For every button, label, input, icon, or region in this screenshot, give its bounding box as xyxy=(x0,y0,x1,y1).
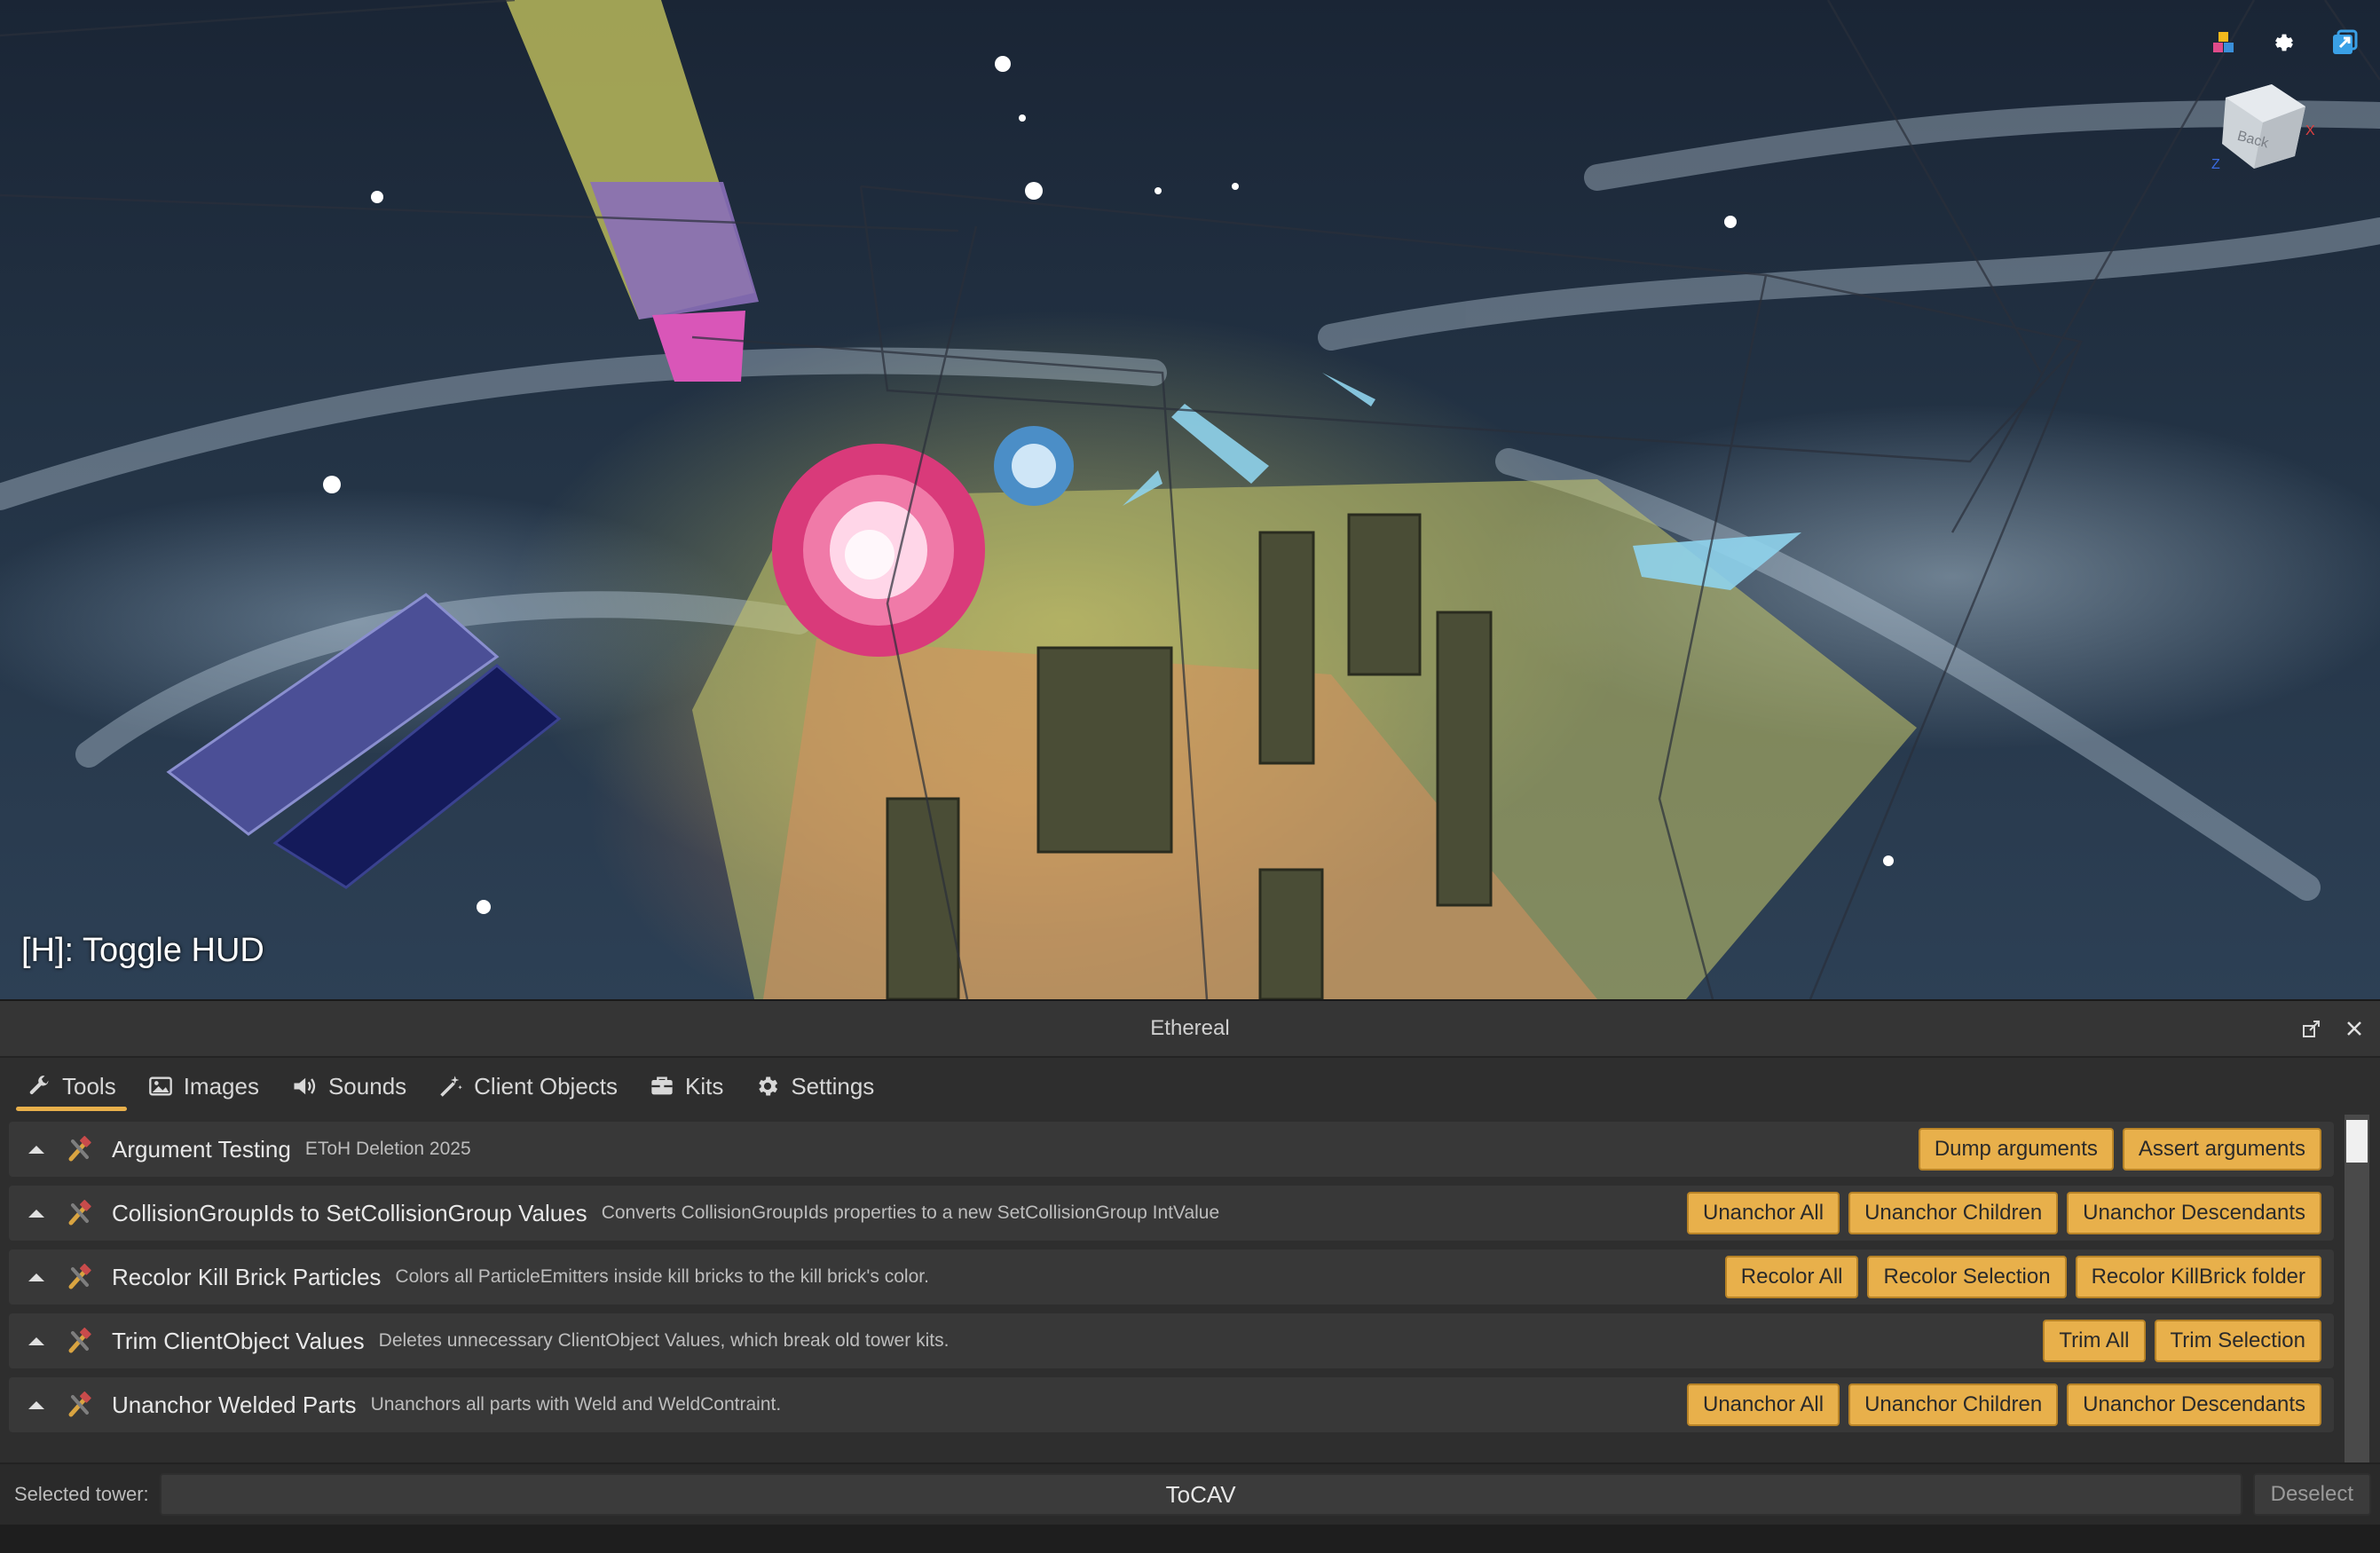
pop-out-icon[interactable] xyxy=(2298,1015,2325,1042)
unanchor-all-button[interactable]: Unanchor All xyxy=(1686,1384,1840,1426)
color-squares-icon[interactable] xyxy=(2206,25,2242,60)
hammer-wrench-icon xyxy=(64,1134,94,1164)
tab-tools[interactable]: Tools xyxy=(11,1058,132,1115)
scroll-thumb[interactable] xyxy=(2346,1120,2368,1163)
scene-render xyxy=(0,0,2380,999)
tool-row: CollisionGroupIds to SetCollisionGroup V… xyxy=(9,1186,2334,1241)
selected-tower-field[interactable]: ToCAV xyxy=(159,1473,2242,1516)
ethereal-panel: Ethereal Tools Images Sounds Client Obje… xyxy=(0,999,2380,1525)
panel-titlebar: Ethereal xyxy=(0,999,2380,1058)
scrollbar[interactable] xyxy=(2345,1115,2369,1494)
collapse-caret-icon[interactable] xyxy=(9,1249,64,1305)
tool-row: Trim ClientObject Values Deletes unneces… xyxy=(9,1313,2334,1368)
tab-label: Tools xyxy=(62,1072,116,1100)
tool-description: Colors all ParticleEmitters inside kill … xyxy=(395,1266,929,1287)
tab-bar: Tools Images Sounds Client Objects Kits … xyxy=(0,1058,2380,1115)
unanchor-all-button[interactable]: Unanchor All xyxy=(1686,1192,1840,1234)
unanchor-children-button[interactable]: Unanchor Children xyxy=(1848,1192,2059,1234)
viewport-toolbar xyxy=(2206,25,2362,60)
hammer-wrench-icon xyxy=(64,1262,94,1292)
selected-tower-label: Selected tower: xyxy=(14,1483,149,1505)
collapse-caret-icon[interactable] xyxy=(9,1186,64,1241)
tab-settings[interactable]: Settings xyxy=(739,1058,890,1115)
tool-title: Trim ClientObject Values xyxy=(112,1327,365,1354)
gear-icon[interactable] xyxy=(2266,25,2302,60)
tool-row: Argument Testing EToH Deletion 2025 Dump… xyxy=(9,1122,2334,1177)
tab-label: Sounds xyxy=(327,1072,407,1100)
tab-images[interactable]: Images xyxy=(132,1058,275,1115)
speaker-icon xyxy=(294,1077,316,1095)
image-icon xyxy=(148,1076,172,1096)
magic-wand-icon xyxy=(440,1076,462,1097)
view-cube[interactable]: Back X Z xyxy=(2210,71,2316,177)
dump-arguments-button[interactable]: Dump arguments xyxy=(1918,1128,2114,1171)
unanchor-children-button[interactable]: Unanchor Children xyxy=(1848,1384,2059,1426)
tool-description: Unanchors all parts with Weld and WeldCo… xyxy=(370,1394,782,1415)
assert-arguments-button[interactable]: Assert arguments xyxy=(2122,1128,2321,1171)
tab-label: Images xyxy=(183,1072,259,1100)
tool-title: Argument Testing xyxy=(112,1135,291,1163)
deselect-button[interactable]: Deselect xyxy=(2252,1473,2371,1516)
hammer-wrench-icon xyxy=(64,1390,94,1420)
tab-kits[interactable]: Kits xyxy=(634,1058,739,1115)
tool-title: CollisionGroupIds to SetCollisionGroup V… xyxy=(112,1199,587,1226)
collapse-caret-icon[interactable] xyxy=(9,1377,64,1432)
tool-row: Unanchor Welded Parts Unanchors all part… xyxy=(9,1377,2334,1432)
wrench-icon xyxy=(29,1076,49,1094)
tool-description: EToH Deletion 2025 xyxy=(304,1139,471,1159)
window-expand-icon[interactable] xyxy=(2327,25,2362,60)
toolbox-icon xyxy=(651,1076,673,1095)
tab-label: Settings xyxy=(791,1072,875,1100)
trim-all-button[interactable]: Trim All xyxy=(2043,1320,2146,1362)
collapse-caret-icon[interactable] xyxy=(9,1313,64,1368)
collapse-caret-icon[interactable] xyxy=(9,1122,64,1177)
svg-text:X: X xyxy=(2305,123,2315,138)
selection-footer: Selected tower: ToCAV Deselect xyxy=(0,1462,2380,1525)
recolor-killbrick-folder-button[interactable]: Recolor KillBrick folder xyxy=(2075,1256,2321,1298)
hammer-wrench-icon xyxy=(64,1326,94,1356)
tool-row: Recolor Kill Brick Particles Colors all … xyxy=(9,1249,2334,1305)
svg-text:Z: Z xyxy=(2211,157,2220,172)
tool-description: Deletes unnecessary ClientObject Values,… xyxy=(378,1330,950,1351)
unanchor-descendants-button[interactable]: Unanchor Descendants xyxy=(2067,1192,2321,1234)
tool-title: Recolor Kill Brick Particles xyxy=(112,1263,382,1290)
tab-label: Kits xyxy=(685,1072,724,1100)
3d-viewport[interactable]: Back X Z [H]: Toggle HUD xyxy=(0,0,2380,999)
panel-title: Ethereal xyxy=(1150,1016,1230,1040)
close-icon[interactable] xyxy=(2341,1015,2368,1042)
tab-client-objects[interactable]: Client Objects xyxy=(422,1058,634,1115)
gear-icon xyxy=(759,1076,778,1096)
recolor-all-button[interactable]: Recolor All xyxy=(1724,1256,1859,1298)
tool-title: Unanchor Welded Parts xyxy=(112,1391,357,1418)
recolor-selection-button[interactable]: Recolor Selection xyxy=(1867,1256,2067,1298)
hud-toggle-hint: [H]: Toggle HUD xyxy=(21,932,264,969)
trim-selection-button[interactable]: Trim Selection xyxy=(2154,1320,2321,1362)
hammer-wrench-icon xyxy=(64,1198,94,1228)
tab-label: Client Objects xyxy=(474,1072,618,1100)
tool-description: Converts CollisionGroupIds properties to… xyxy=(601,1202,1220,1223)
unanchor-descendants-button[interactable]: Unanchor Descendants xyxy=(2067,1384,2321,1426)
tab-sounds[interactable]: Sounds xyxy=(275,1058,422,1115)
